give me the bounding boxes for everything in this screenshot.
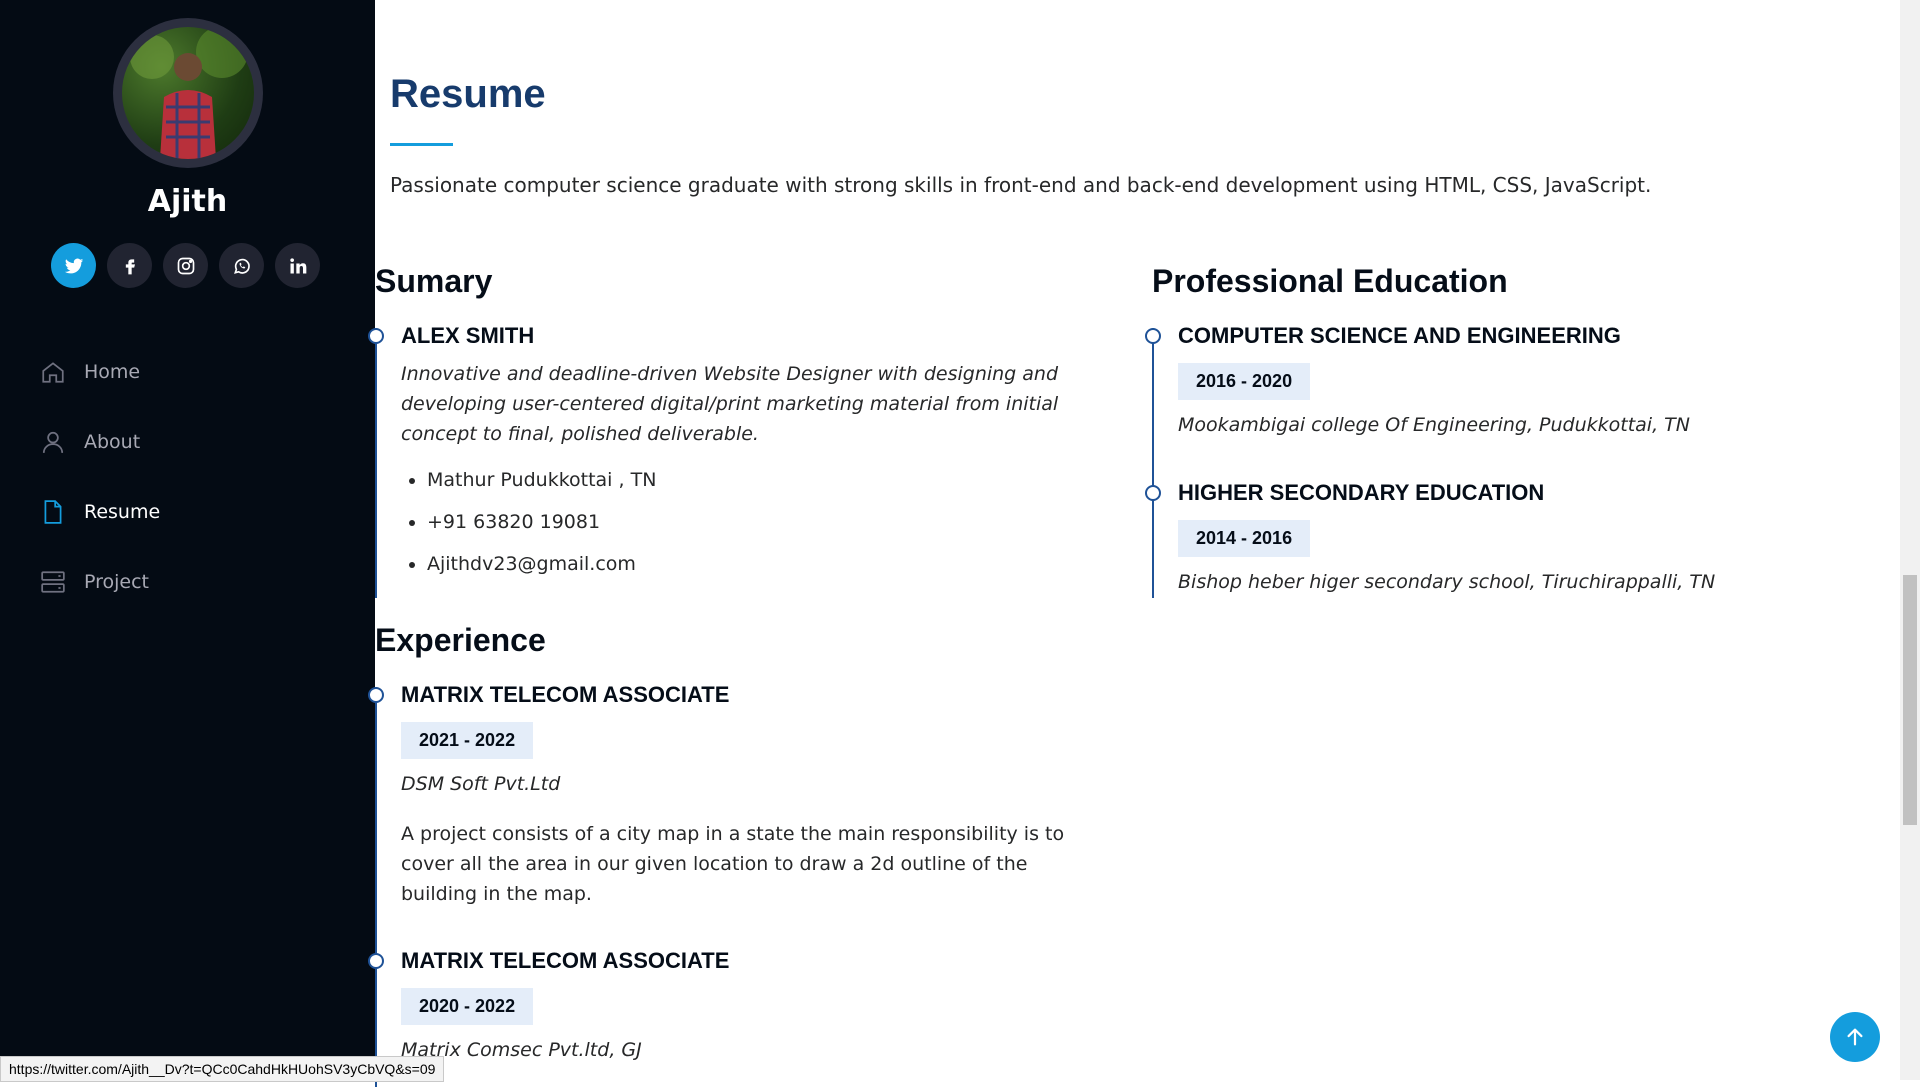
timeline-dot — [1145, 328, 1161, 344]
server-icon — [38, 567, 68, 597]
twitter-button[interactable] — [51, 243, 96, 288]
whatsapp-icon — [233, 258, 250, 274]
nav-label-resume: Resume — [84, 501, 161, 523]
page-title: Resume — [390, 72, 546, 116]
experience-company: Matrix Comsec Pvt.ltd, GJ — [401, 1039, 642, 1061]
education-item: COMPUTER SCIENCE AND ENGINEERING 2016 - … — [1178, 323, 1838, 440]
back-to-top-button[interactable] — [1830, 1012, 1880, 1062]
education-title: COMPUTER SCIENCE AND ENGINEERING — [1178, 323, 1621, 348]
nav-label-project: Project — [84, 571, 150, 593]
timeline-dot — [1145, 485, 1161, 501]
contact-list: Mathur Pudukkottai , TN +91 63820 19081 … — [401, 459, 1101, 585]
education-item: HIGHER SECONDARY EDUCATION 2014 - 2016 B… — [1178, 480, 1838, 597]
experience-item: MATRIX TELECOM ASSOCIATE 2021 - 2022 DSM… — [401, 682, 1101, 909]
nav-label-home: Home — [84, 361, 141, 383]
experience-item: MATRIX TELECOM ASSOCIATE 2020 - 2022 Mat… — [401, 948, 1101, 1065]
summary-timeline: ALEX SMITH Innovative and deadline-drive… — [368, 323, 1115, 598]
experience-dates: 2021 - 2022 — [401, 722, 534, 759]
resume-intro: Passionate computer science graduate wit… — [390, 173, 1652, 197]
facebook-icon — [125, 258, 135, 274]
experience-title: MATRIX TELECOM ASSOCIATE — [401, 948, 730, 973]
education-school: Bishop heber higer secondary school, Tir… — [1178, 571, 1716, 593]
avatar — [113, 18, 263, 168]
linkedin-icon — [289, 257, 306, 273]
nav-item-resume[interactable]: Resume — [38, 477, 160, 547]
nav-item-project[interactable]: Project — [38, 547, 160, 617]
linkedin-button[interactable] — [275, 243, 320, 288]
nav-menu: Home About Resume Project — [38, 337, 160, 617]
nav-label-about: About — [84, 431, 141, 453]
instagram-icon — [177, 257, 194, 274]
profile-name: Ajith — [147, 184, 228, 219]
arrow-up-icon — [1847, 1028, 1863, 1046]
summary-name: ALEX SMITH — [401, 323, 535, 348]
social-links — [51, 243, 320, 288]
experience-heading: Experience — [375, 622, 546, 658]
title-underline — [390, 143, 453, 146]
whatsapp-button[interactable] — [219, 243, 264, 288]
contact-email: Ajithdv23@gmail.com — [427, 543, 1101, 585]
timeline-dot — [368, 953, 384, 969]
education-title: HIGHER SECONDARY EDUCATION — [1178, 480, 1545, 505]
experience-title: MATRIX TELECOM ASSOCIATE — [401, 682, 730, 707]
resume-section: Resume Passionate computer science gradu… — [368, 0, 1900, 1087]
experience-company: DSM Soft Pvt.Ltd — [401, 773, 561, 795]
status-bar-url: https://twitter.com/Ajith__Dv?t=QCc0Cahd… — [0, 1056, 445, 1082]
education-timeline: COMPUTER SCIENCE AND ENGINEERING 2016 - … — [1145, 323, 1852, 598]
person-icon — [38, 427, 68, 457]
file-icon — [38, 497, 68, 527]
scrollbar-thumb[interactable] — [1903, 575, 1917, 825]
experience-description: A project consists of a city map in a st… — [401, 823, 1065, 905]
nav-item-home[interactable]: Home — [38, 337, 160, 407]
experience-dates: 2020 - 2022 — [401, 988, 534, 1025]
timeline-dot — [368, 328, 384, 344]
contact-address: Mathur Pudukkottai , TN — [427, 459, 1101, 501]
sidebar: Ajith Home About Resume Project — [0, 0, 375, 1080]
home-icon — [38, 357, 68, 387]
summary-item: ALEX SMITH Innovative and deadline-drive… — [401, 323, 1101, 585]
education-dates: 2014 - 2016 — [1178, 520, 1311, 557]
education-heading: Professional Education — [1152, 263, 1508, 299]
education-dates: 2016 - 2020 — [1178, 363, 1311, 400]
instagram-button[interactable] — [163, 243, 208, 288]
twitter-icon — [64, 258, 83, 273]
facebook-button[interactable] — [107, 243, 152, 288]
summary-description: Innovative and deadline-driven Website D… — [401, 363, 1059, 445]
nav-item-about[interactable]: About — [38, 407, 160, 477]
profile-photo — [122, 27, 254, 159]
education-school: Mookambigai college Of Engineering, Pudu… — [1178, 414, 1690, 436]
experience-timeline: MATRIX TELECOM ASSOCIATE 2021 - 2022 DSM… — [368, 682, 1115, 1087]
scrollbar[interactable] — [1900, 0, 1920, 1080]
summary-heading: Sumary — [375, 263, 493, 299]
timeline-dot — [368, 687, 384, 703]
contact-phone: +91 63820 19081 — [427, 501, 1101, 543]
